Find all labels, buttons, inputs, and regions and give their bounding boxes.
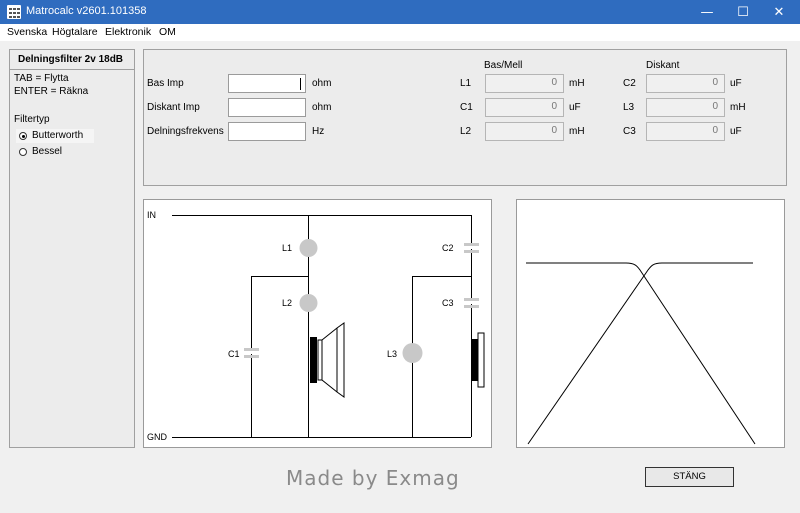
delningsfrekvens-label: Delningsfrekvens <box>147 126 224 137</box>
highpass-curve <box>527 262 753 445</box>
maximize-button[interactable]: ☐ <box>726 0 760 24</box>
diskant-imp-label: Diskant Imp <box>147 102 200 113</box>
diskant-header: Diskant <box>646 60 680 71</box>
l2-inductor-symbol <box>299 294 318 312</box>
menu-om[interactable]: OM <box>159 26 176 38</box>
radio-bessel[interactable] <box>19 148 27 156</box>
input-panel: Bas Imp ohm Diskant Imp ohm Delningsfrek… <box>143 49 787 186</box>
response-graph <box>516 199 785 448</box>
l3-output: 0 <box>646 98 725 117</box>
delningsfrekvens-unit: Hz <box>312 126 325 137</box>
c3-unit: uF <box>730 126 742 137</box>
c3-output: 0 <box>646 122 725 141</box>
l1-inductor-symbol <box>299 239 318 257</box>
c2-capacitor-plate-top <box>464 243 479 246</box>
schem-c2-label: C2 <box>442 243 454 253</box>
bessel-label: Bessel <box>32 146 63 157</box>
menu-hogtalare[interactable]: Högtalare <box>52 26 98 38</box>
in-label: IN <box>147 210 156 220</box>
schem-l1-label: L1 <box>282 243 292 253</box>
diskant-imp-input[interactable] <box>228 98 306 117</box>
schematic-canvas: IN GND L1 L2 C1 C2 C3 L3 <box>143 199 492 448</box>
filter-title: Delningsfilter 2v 18dB <box>18 54 124 65</box>
crossover-response-chart <box>526 262 756 445</box>
c2-output: 0 <box>646 74 725 93</box>
bas-imp-unit: ohm <box>312 78 332 89</box>
credit-text: Made by Exmag <box>286 466 460 490</box>
hint-enter: ENTER = Räkna <box>14 86 89 97</box>
schem-c3-label: C3 <box>442 298 454 308</box>
stang-button[interactable]: STÄNG <box>645 467 734 487</box>
c1-capacitor-plate-bottom <box>244 355 259 358</box>
option-butterworth[interactable]: Butterworth <box>16 129 94 143</box>
hint-tab: TAB = Flytta <box>14 73 69 84</box>
radio-butterworth[interactable] <box>19 132 27 140</box>
text-caret <box>300 78 301 90</box>
l3-label: L3 <box>623 102 635 113</box>
schem-l2-label: L2 <box>282 298 292 308</box>
diskant-imp-unit: ohm <box>312 102 332 113</box>
l2-label: L2 <box>460 126 472 137</box>
sidebar-header: Delningsfilter 2v 18dB <box>10 50 134 70</box>
title-bar: Matrocalc v2601.101358 — ☐ ✕ <box>0 0 800 24</box>
c3-label: C3 <box>623 126 636 137</box>
crossover-schematic: IN GND L1 L2 C1 C2 C3 L3 <box>147 210 485 442</box>
l1-unit: mH <box>569 78 585 89</box>
schem-c1-label: C1 <box>228 349 240 359</box>
c1-unit: uF <box>569 102 581 113</box>
c3-capacitor-plate-bottom <box>464 305 479 308</box>
c1-label: C1 <box>460 102 473 113</box>
c2-capacitor-plate-bottom <box>464 250 479 253</box>
c2-unit: uF <box>730 78 742 89</box>
tweeter-speaker-icon <box>471 332 485 388</box>
bas-mell-header: Bas/Mell <box>484 60 523 71</box>
l2-unit: mH <box>569 126 585 137</box>
butterworth-label: Butterworth <box>32 130 84 141</box>
window-title: Matrocalc v2601.101358 <box>26 5 147 17</box>
app-icon <box>7 5 21 19</box>
l1-output: 0 <box>485 74 564 93</box>
l1-label: L1 <box>460 78 472 89</box>
schem-l3-label: L3 <box>387 349 397 359</box>
c1-capacitor-plate-top <box>244 348 259 351</box>
c1-output: 0 <box>485 98 564 117</box>
menu-elektronik[interactable]: Elektronik <box>105 26 151 38</box>
filtertyp-label: Filtertyp <box>14 114 50 125</box>
delningsfrekvens-input[interactable] <box>228 122 306 141</box>
menu-bar: Svenska Högtalare Elektronik OM <box>0 24 800 41</box>
c3-capacitor-plate-top <box>464 298 479 301</box>
bas-imp-input[interactable] <box>228 74 306 93</box>
lowpass-curve <box>526 262 756 445</box>
option-bessel[interactable]: Bessel <box>16 145 94 159</box>
l3-unit: mH <box>730 102 746 113</box>
gnd-label: GND <box>147 432 168 442</box>
woofer-speaker-icon <box>310 322 345 398</box>
c2-label: C2 <box>623 78 636 89</box>
sidebar-panel: Delningsfilter 2v 18dB TAB = Flytta ENTE… <box>9 49 135 448</box>
l2-output: 0 <box>485 122 564 141</box>
close-window-button[interactable]: ✕ <box>762 0 796 24</box>
minimize-button[interactable]: — <box>690 0 724 24</box>
l3-inductor-symbol <box>402 343 423 363</box>
menu-svenska[interactable]: Svenska <box>7 26 47 38</box>
bas-imp-label: Bas Imp <box>147 78 184 89</box>
